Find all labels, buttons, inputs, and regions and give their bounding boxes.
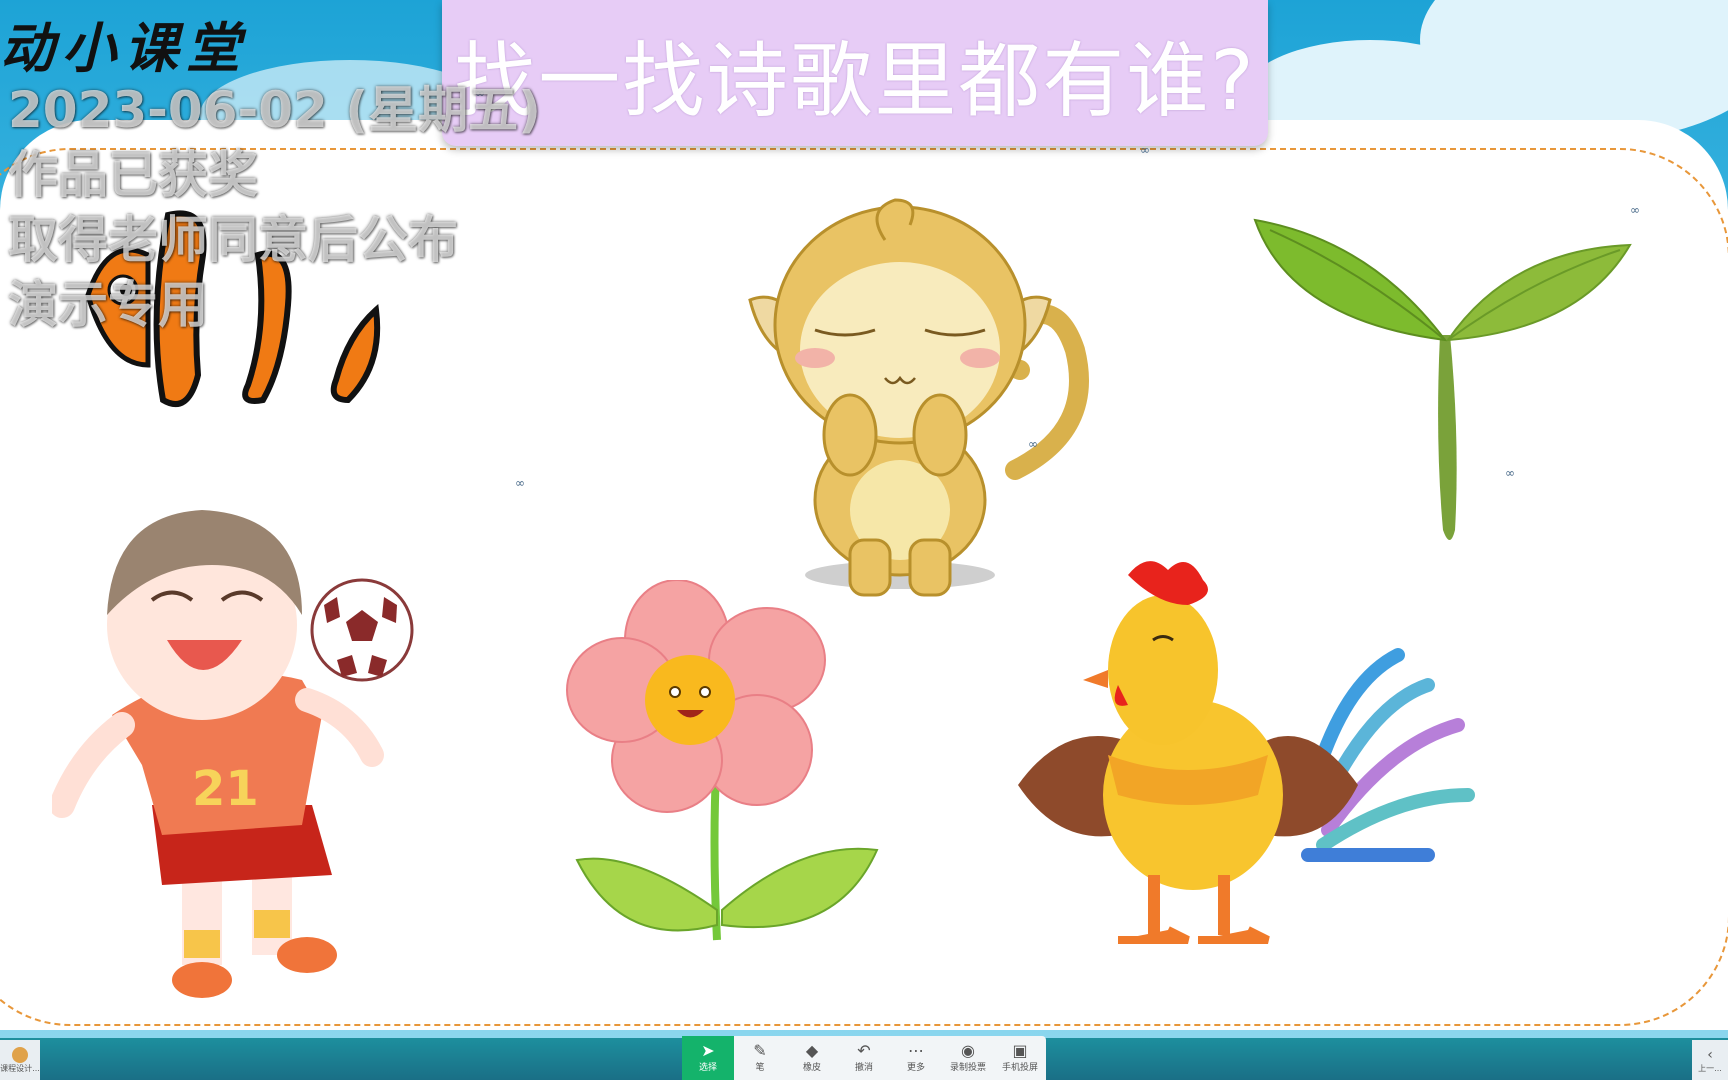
link-anchor-icon[interactable]: ∞ <box>1028 437 1038 451</box>
pen-tool-button[interactable]: ✎ 笔 <box>734 1036 786 1080</box>
tool-label: 选择 <box>698 1063 717 1073</box>
chevron-left-icon: ‹ <box>1707 1046 1713 1063</box>
tool-label: 更多 <box>906 1063 925 1073</box>
watermark-line3: 演示专用 <box>8 276 208 334</box>
tool-label: 录制投票 <box>949 1063 986 1073</box>
avatar-icon <box>12 1046 28 1063</box>
eraser-icon: ◆ <box>805 1041 819 1060</box>
slide-title: 找一找诗歌里都有谁? <box>454 34 1256 129</box>
title-banner[interactable]: 找一找诗歌里都有谁? <box>442 0 1268 146</box>
phone-cast-icon: ▣ <box>1012 1041 1028 1060</box>
pen-icon: ✎ <box>753 1041 767 1060</box>
course-design-label: 课程设计... <box>0 1063 40 1073</box>
more-button[interactable]: ⋯ 更多 <box>890 1036 942 1080</box>
watermark-line1: 作品已获奖 <box>8 146 258 204</box>
link-anchor-icon[interactable]: ∞ <box>515 476 525 490</box>
previous-page-label: 上一... <box>1698 1063 1722 1073</box>
tool-label: 手机投屏 <box>1001 1063 1038 1073</box>
link-anchor-icon[interactable]: ∞ <box>1140 143 1150 157</box>
record-icon: ◉ <box>961 1041 975 1060</box>
tool-label: 撤消 <box>854 1063 873 1073</box>
monkey-image[interactable] <box>745 180 1115 600</box>
select-tool-button[interactable]: ➤ 选择 <box>682 1036 734 1080</box>
watermark-line2: 取得老师同意后公布 <box>8 211 458 269</box>
link-anchor-icon[interactable]: ∞ <box>1505 466 1515 480</box>
phone-cast-button[interactable]: ▣ 手机投屏 <box>994 1036 1046 1080</box>
soccer-boy-image[interactable]: 21 <box>52 505 462 1005</box>
watermark-date: 2023-06-02 (星期五) <box>8 81 541 139</box>
flower-image[interactable] <box>552 580 882 950</box>
course-design-button[interactable]: 课程设计... <box>0 1040 40 1080</box>
undo-icon: ↶ <box>857 1041 871 1060</box>
eraser-tool-button[interactable]: ◆ 橡皮 <box>786 1036 838 1080</box>
undo-button[interactable]: ↶ 撤消 <box>838 1036 890 1080</box>
jersey-number: 21 <box>192 761 259 817</box>
record-vote-button[interactable]: ◉ 录制投票 <box>942 1036 994 1080</box>
sprout-image[interactable] <box>1250 210 1640 550</box>
cursor-icon: ➤ <box>701 1041 715 1060</box>
tool-label: 笔 <box>755 1063 765 1073</box>
previous-page-button[interactable]: ‹ 上一... <box>1692 1040 1728 1080</box>
tool-label: 橡皮 <box>802 1063 821 1073</box>
tool-palette: ➤ 选择 ✎ 笔 ◆ 橡皮 ↶ 撤消 ⋯ 更多 ◉ 录制投票 ▣ 手机投屏 <box>682 1036 1046 1080</box>
more-icon: ⋯ <box>908 1041 924 1060</box>
link-anchor-icon[interactable]: ∞ <box>1630 203 1640 217</box>
rooster-image[interactable] <box>1008 555 1483 965</box>
